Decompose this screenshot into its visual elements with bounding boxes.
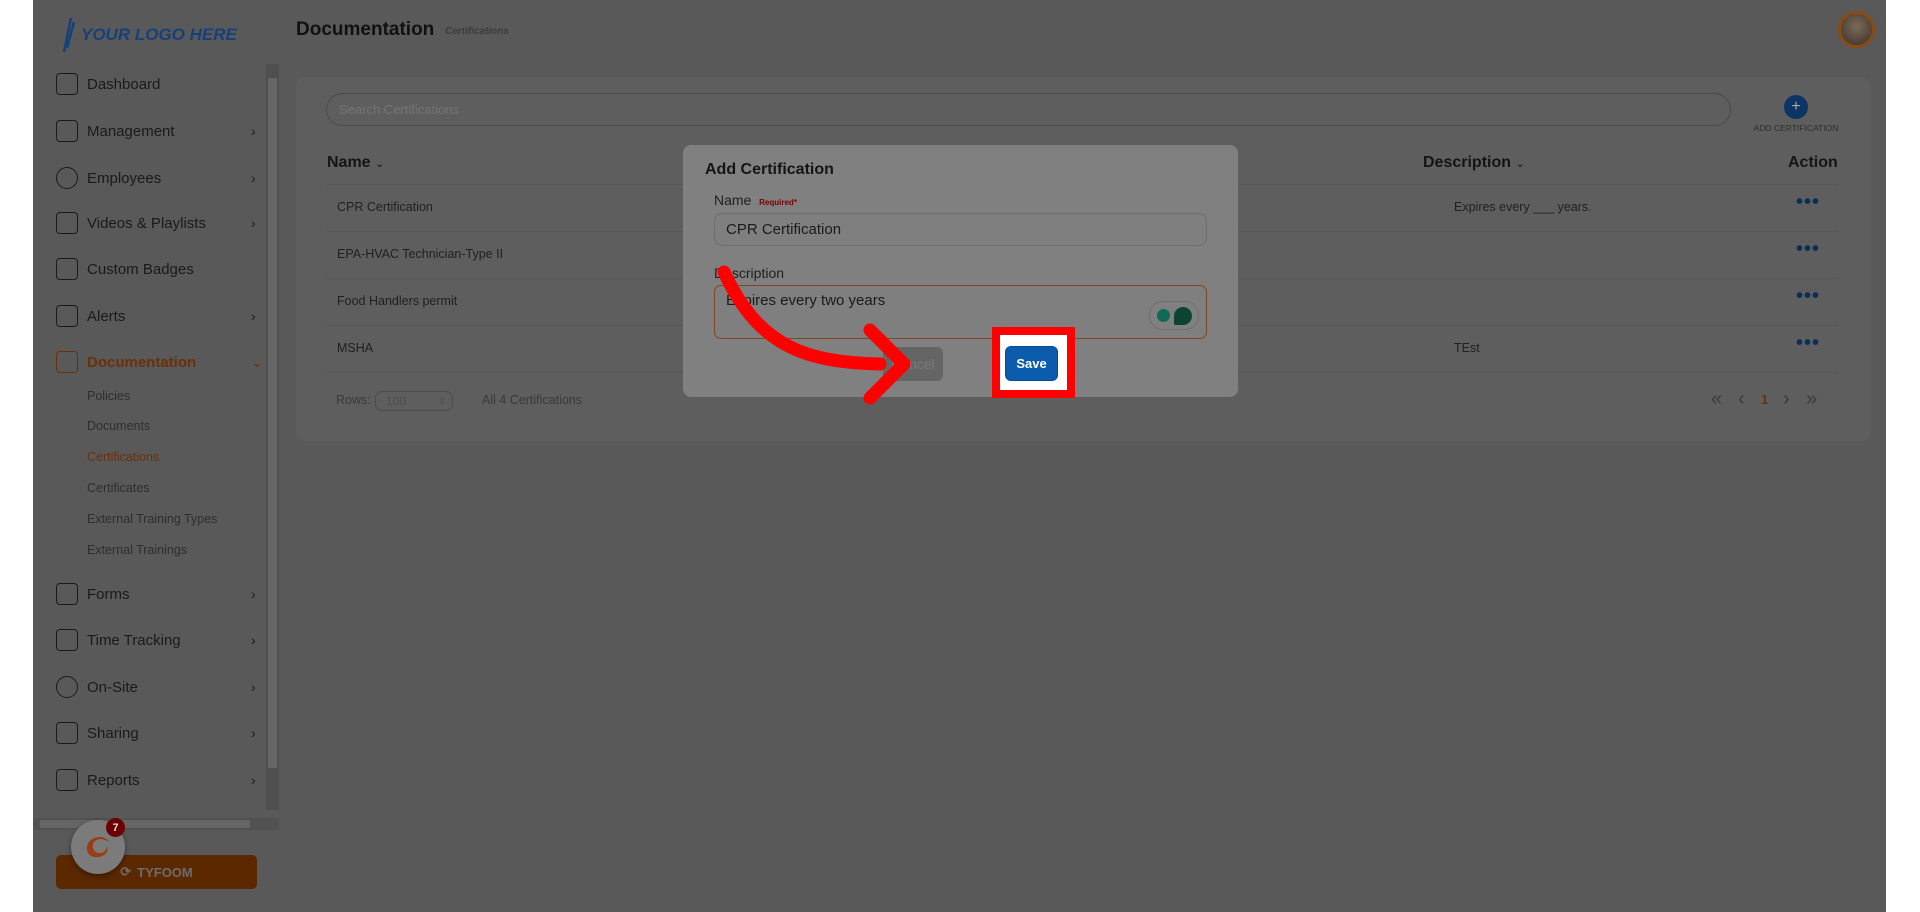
pointer-arrow-icon xyxy=(717,265,911,405)
